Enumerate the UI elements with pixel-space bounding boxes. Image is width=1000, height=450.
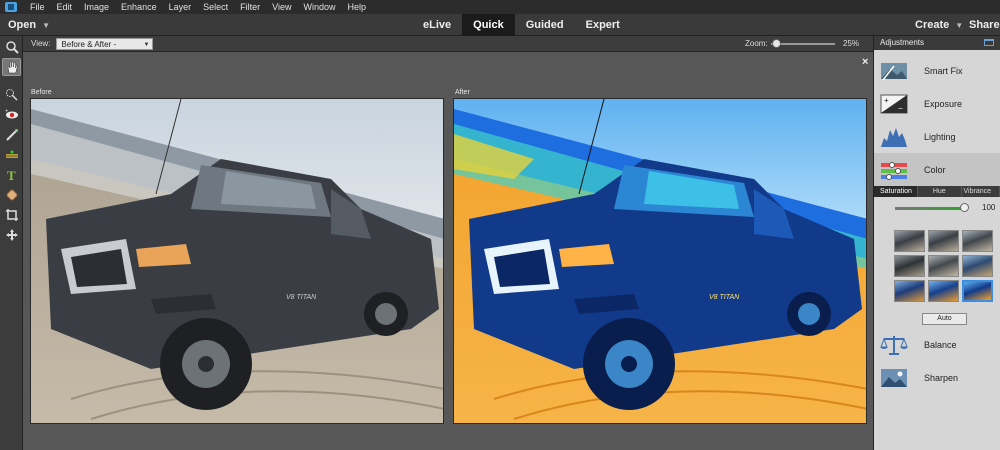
color-icon — [881, 161, 907, 180]
menu-bar: File Edit Image Enhance Layer Select Fil… — [0, 0, 1000, 14]
move-icon[interactable] — [2, 226, 21, 244]
zoom-value: 25% — [843, 39, 860, 48]
adj-label: Smart Fix — [924, 65, 963, 76]
app-logo-icon — [5, 2, 17, 12]
before-image[interactable]: V8 TITAN — [30, 98, 444, 424]
zoom-tool-icon[interactable] — [2, 38, 21, 56]
adj-label: Balance — [924, 339, 957, 350]
whiten-teeth-icon[interactable] — [2, 126, 21, 144]
balance-icon — [880, 335, 908, 355]
color-subtabs: Saturation Hue Vibrance — [874, 186, 1000, 197]
svg-text:V8 TITAN: V8 TITAN — [709, 294, 740, 301]
after-photo: V8 TITAN — [454, 99, 866, 423]
zoom-slider-thumb[interactable] — [772, 39, 781, 48]
mode-tabs: eLive Quick Guided Expert — [412, 14, 631, 36]
before-photo: V8 TITAN — [31, 99, 443, 423]
tab-saturation[interactable]: Saturation — [874, 186, 918, 197]
open-button[interactable]: Open ▼ — [8, 14, 50, 36]
adjustments-title: Adjustments — [880, 38, 925, 47]
adjustments-header: Adjustments — [874, 36, 1000, 50]
tab-vibrance[interactable]: Vibrance — [962, 186, 1000, 197]
menu-layer[interactable]: Layer — [163, 0, 198, 14]
tab-expert[interactable]: Expert — [575, 14, 631, 36]
variation-thumb[interactable] — [894, 230, 925, 252]
adj-exposure[interactable]: + − Exposure — [874, 87, 1000, 120]
toolbox: + T — [0, 36, 23, 450]
exposure-icon: +− — [880, 94, 908, 113]
menu-window[interactable]: Window — [297, 0, 341, 14]
create-button[interactable]: Create ▼ — [915, 14, 963, 36]
adj-sharpen[interactable]: Sharpen — [874, 361, 1000, 394]
tool-separator — [0, 78, 22, 84]
variation-thumb[interactable] — [962, 255, 993, 277]
svg-text:−: − — [898, 104, 903, 113]
chevron-down-icon: ▼ — [143, 41, 150, 48]
variation-thumb[interactable] — [928, 230, 959, 252]
hand-tool-icon[interactable] — [2, 58, 21, 76]
svg-text:T: T — [7, 168, 16, 182]
saturation-slider-track[interactable] — [895, 207, 963, 210]
adj-label: Exposure — [924, 98, 963, 109]
close-icon[interactable]: × — [862, 56, 868, 68]
adj-label: Color — [924, 164, 946, 175]
create-label: Create — [915, 19, 950, 31]
menu-view[interactable]: View — [266, 0, 297, 14]
spot-healing-icon[interactable] — [2, 186, 21, 204]
svg-text:+: + — [5, 109, 9, 115]
after-label: After — [455, 89, 470, 96]
adj-smart-fix[interactable]: Smart Fix — [874, 54, 1000, 87]
auto-button[interactable]: Auto — [922, 313, 967, 325]
menu-select[interactable]: Select — [197, 0, 234, 14]
chevron-down-icon: ▼ — [42, 21, 51, 30]
menu-image[interactable]: Image — [78, 0, 115, 14]
zoom-label: Zoom: — [745, 39, 768, 48]
svg-text:V8 TITAN: V8 TITAN — [286, 294, 317, 301]
adj-color[interactable]: Color — [874, 153, 1000, 186]
after-image[interactable]: V8 TITAN — [453, 98, 867, 424]
variation-thumb[interactable] — [928, 255, 959, 277]
saturation-row: 100 — [874, 197, 1000, 219]
variation-thumb[interactable] — [894, 280, 925, 302]
lighting-icon — [881, 127, 907, 147]
options-bar: View: Before & After - Horizontal ▼ Zoom… — [23, 36, 873, 61]
variation-thumb[interactable] — [894, 255, 925, 277]
crop-icon[interactable] — [2, 206, 21, 224]
before-label: Before — [31, 89, 52, 96]
chevron-down-icon: ▼ — [955, 21, 964, 30]
color-variations-grid — [894, 230, 998, 304]
menu-filter[interactable]: Filter — [234, 0, 266, 14]
adj-label: Lighting — [924, 131, 956, 142]
menu-file[interactable]: File — [24, 0, 51, 14]
menu-enhance[interactable]: Enhance — [115, 0, 163, 14]
tab-elive[interactable]: eLive — [412, 14, 462, 36]
mode-bar: Open ▼ eLive Quick Guided Expert Create ▼ … — [0, 14, 1000, 36]
quick-selection-icon[interactable] — [2, 86, 21, 104]
red-eye-icon[interactable]: + — [2, 106, 21, 124]
view-select[interactable]: Before & After - Horizontal ▼ — [56, 37, 154, 61]
saturation-value: 100 — [982, 203, 996, 212]
straighten-icon[interactable] — [2, 146, 21, 164]
view-label: View: — [31, 39, 51, 48]
variation-thumb-selected[interactable] — [962, 280, 993, 302]
canvas-area: × Before V8 TITAN After V8 TITAN — [23, 52, 873, 450]
tab-hue[interactable]: Hue — [918, 186, 962, 197]
adj-label: Sharpen — [924, 372, 959, 383]
saturation-slider-thumb[interactable] — [960, 203, 969, 212]
tab-quick[interactable]: Quick — [462, 14, 515, 36]
sharpen-icon — [881, 368, 907, 387]
smart-fix-icon — [881, 62, 907, 80]
panel-collapse-icon[interactable] — [984, 39, 994, 46]
menu-edit[interactable]: Edit — [51, 0, 79, 14]
variation-thumb[interactable] — [928, 280, 959, 302]
open-label: Open — [8, 19, 37, 31]
variation-thumb[interactable] — [962, 230, 993, 252]
menu-help[interactable]: Help — [341, 0, 372, 14]
adj-lighting[interactable]: Lighting — [874, 120, 1000, 153]
type-icon[interactable]: T — [2, 166, 21, 184]
share-button[interactable]: Share — [969, 14, 1000, 36]
svg-text:+: + — [884, 96, 889, 105]
adj-balance[interactable]: Balance — [874, 328, 1000, 361]
tab-guided[interactable]: Guided — [515, 14, 575, 36]
